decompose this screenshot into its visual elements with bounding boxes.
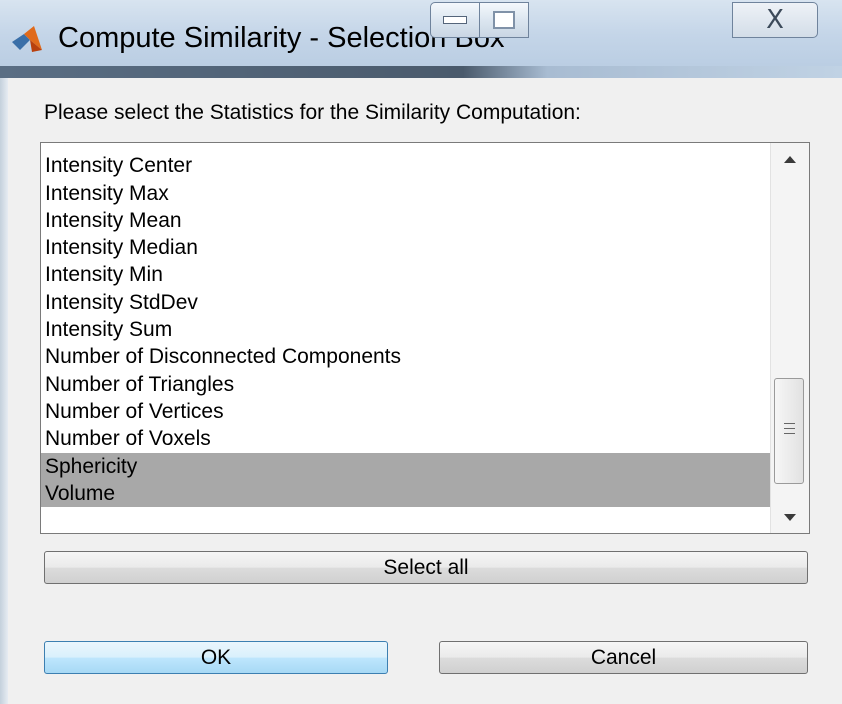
title-bar[interactable]: Compute Similarity - Selection Box X xyxy=(0,0,842,78)
scroll-down-button[interactable] xyxy=(771,503,809,533)
list-item[interactable]: Intensity StdDev xyxy=(41,289,771,316)
scroll-up-button[interactable] xyxy=(771,143,809,173)
grip-line xyxy=(784,433,795,434)
statistics-list: Intensity Center Intensity Max Intensity M… xyxy=(41,143,771,508)
grip-line xyxy=(784,428,795,429)
title-bar-strip xyxy=(0,66,842,78)
window-frame-left xyxy=(0,78,8,704)
list-item[interactable]: Intensity Median xyxy=(41,234,771,261)
close-button[interactable]: X xyxy=(732,2,818,38)
list-item-partial[interactable] xyxy=(41,143,771,152)
matlab-icon xyxy=(12,26,42,52)
prompt-label: Please select the Statistics for the Sim… xyxy=(44,101,581,124)
list-item[interactable]: Number of Triangles xyxy=(41,371,771,398)
arrow-down-icon xyxy=(784,514,796,521)
list-item[interactable]: Intensity Max xyxy=(41,180,771,207)
vertical-scrollbar[interactable] xyxy=(770,143,809,533)
ok-button[interactable]: OK xyxy=(44,641,388,674)
list-item[interactable]: Volume xyxy=(41,479,771,508)
grip-line xyxy=(784,423,795,424)
statistics-listbox[interactable]: Intensity Center Intensity Max Intensity M… xyxy=(40,142,810,534)
minimize-button[interactable] xyxy=(430,2,480,38)
maximize-button[interactable] xyxy=(479,2,529,38)
list-item[interactable]: Number of Disconnected Components xyxy=(41,343,771,370)
list-item[interactable]: Intensity Center xyxy=(41,152,771,179)
select-all-button[interactable]: Select all xyxy=(44,551,808,584)
scroll-thumb[interactable] xyxy=(774,378,804,484)
arrow-up-icon xyxy=(784,156,796,163)
list-item[interactable]: Intensity Min xyxy=(41,261,771,288)
close-icon: X xyxy=(766,5,784,35)
list-item[interactable]: Intensity Mean xyxy=(41,207,771,234)
list-item[interactable]: Intensity Sum xyxy=(41,316,771,343)
cancel-button[interactable]: Cancel xyxy=(439,641,808,674)
minimize-icon xyxy=(443,16,467,24)
list-item[interactable]: Sphericity xyxy=(41,452,771,480)
maximize-icon xyxy=(493,11,515,29)
list-item[interactable]: Number of Voxels xyxy=(41,425,771,452)
list-item[interactable]: Number of Vertices xyxy=(41,398,771,425)
